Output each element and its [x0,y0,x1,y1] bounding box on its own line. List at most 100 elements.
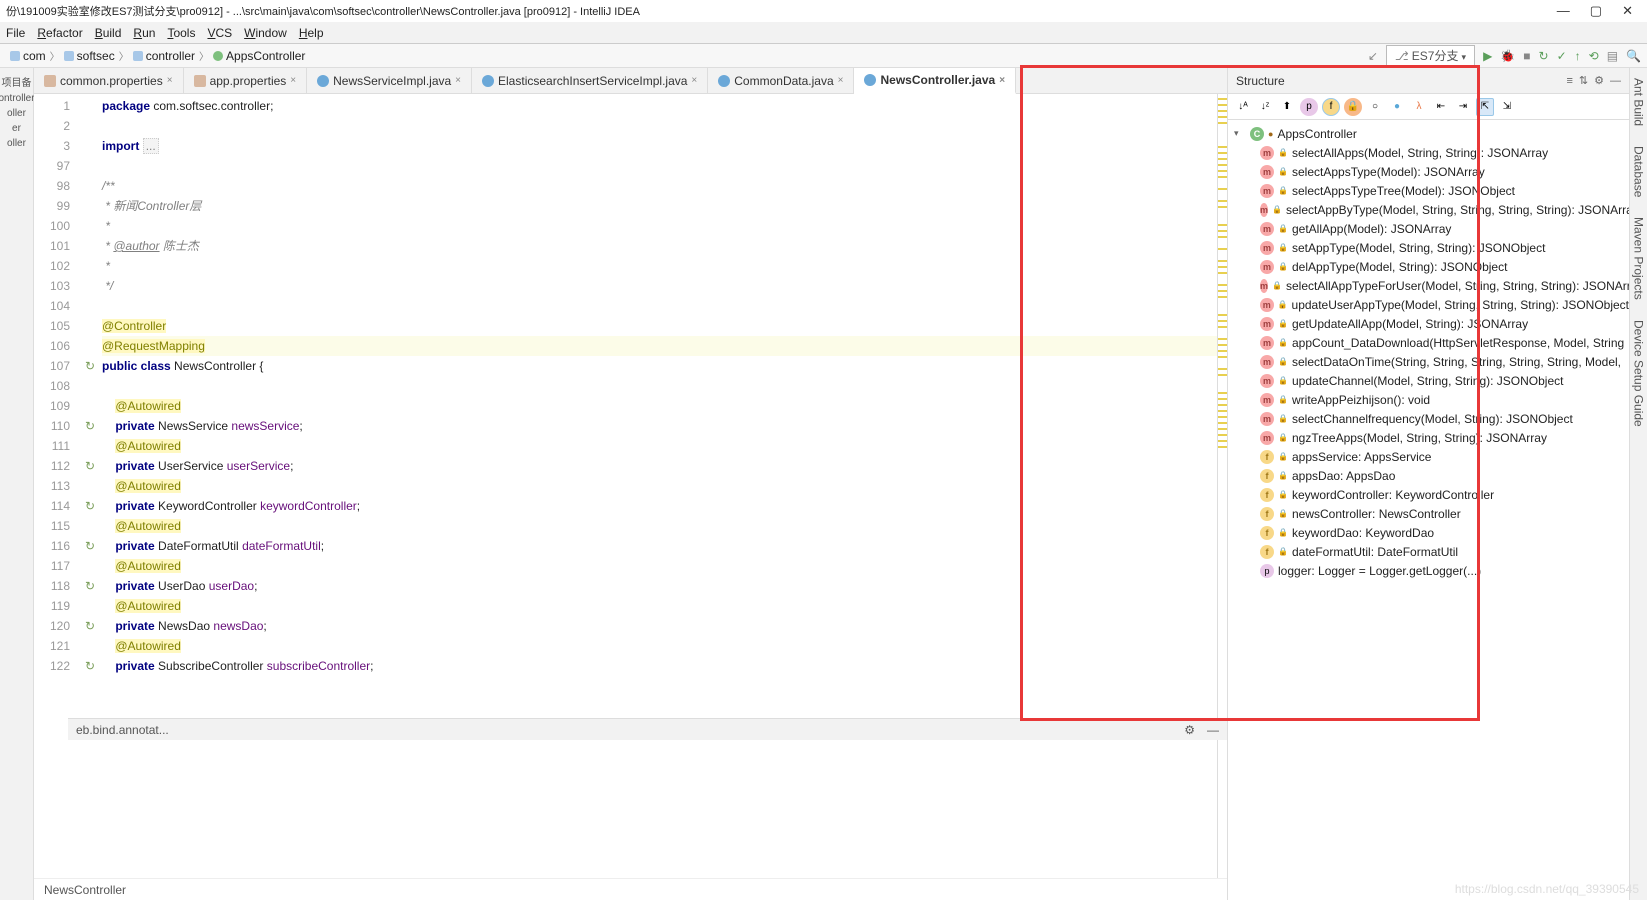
structure-member[interactable]: m🔒updateUserAppType(Model, String, Strin… [1228,295,1629,314]
run-icon[interactable]: ▶ [1483,49,1492,63]
breadcrumb-com[interactable]: com [6,49,50,63]
tab-CommonData.java[interactable]: CommonData.java× [708,68,854,93]
update-icon[interactable]: ↻ [1539,49,1549,63]
show-inherit-icon[interactable]: ○ [1366,98,1384,116]
breadcrumb-AppsController[interactable]: AppsController [209,49,309,63]
breadcrumb-softsec[interactable]: softsec [60,49,119,63]
marker-strip[interactable] [1217,94,1227,878]
tab-app.properties[interactable]: app.properties× [184,68,308,93]
filter-f-icon[interactable]: f [1322,98,1340,116]
menu-build[interactable]: Build [95,26,122,40]
left-stub-item[interactable]: ontroller [0,93,35,104]
gear-icon[interactable]: ⚙ [1184,723,1195,737]
sort-za-icon[interactable]: ↓ᶻ [1256,98,1274,116]
menu-run[interactable]: Run [133,26,155,40]
debug-icon[interactable]: 🐞 [1500,49,1515,63]
structure-member[interactable]: f🔒appsDao: AppsDao [1228,466,1629,485]
menu-help[interactable]: Help [299,26,324,40]
filter-p-icon[interactable]: p [1300,98,1318,116]
git-branch[interactable]: ⎇ ES7分支 ▾ [1386,45,1475,66]
show-lambda-icon[interactable]: λ [1410,98,1428,116]
hide-icon[interactable]: — [1610,75,1621,87]
close-icon[interactable]: × [999,75,1005,86]
structure-member[interactable]: f🔒keywordController: KeywordController [1228,485,1629,504]
autoscroll-icon[interactable]: ⇱ [1476,98,1494,116]
close-icon[interactable]: ✕ [1622,3,1633,19]
commit-icon[interactable]: ✓ [1557,49,1567,63]
hide-icon[interactable]: — [1207,723,1219,737]
breadcrumb-controller[interactable]: controller [129,49,199,63]
search-icon[interactable]: 🔍 [1626,49,1641,63]
structure-member[interactable]: f🔒newsController: NewsController [1228,504,1629,523]
watermark: https://blog.csdn.net/qq_39390545 [1455,882,1639,896]
tab-common.properties[interactable]: common.properties× [34,68,184,93]
close-icon[interactable]: × [290,75,296,86]
titlebar: 份\191009实验室修改ES7测试分支\pro0912] - ...\src\… [0,0,1647,22]
left-stub-item[interactable]: er [12,123,21,134]
close-icon[interactable]: × [455,75,461,86]
filter-lock-icon[interactable]: 🔒 [1344,98,1362,116]
structure-member[interactable]: m🔒delAppType(Model, String): JSONObject [1228,257,1629,276]
structure-member[interactable]: m🔒getAllApp(Model): JSONArray [1228,219,1629,238]
code-editor[interactable]: package com.softsec.controller; import .… [102,94,1217,878]
sort-icon[interactable]: ⇅ [1579,74,1588,87]
show-anon-icon[interactable]: ● [1388,98,1406,116]
structure-member[interactable]: m🔒selectAllAppTypeForUser(Model, String,… [1228,276,1629,295]
visibility-icon[interactable]: ⬆ [1278,98,1296,116]
structure-icon[interactable]: ▤ [1607,49,1618,63]
code-wrap: 1239798991001011021031041051061071081091… [34,94,1227,878]
tab-ElasticsearchInsertServiceImpl.java[interactable]: ElasticsearchInsertServiceImpl.java× [472,68,708,93]
close-icon[interactable]: × [838,75,844,86]
filter-icon[interactable]: ≡ [1566,75,1572,87]
structure-panel: Structure ≡ ⇅ ⚙ — ↓ᴬ ↓ᶻ ⬆ p f 🔒 ○ ● λ ⇤ … [1227,68,1629,900]
structure-member[interactable]: plogger: Logger = Logger.getLogger(...) [1228,561,1629,580]
structure-member[interactable]: f🔒appsService: AppsService [1228,447,1629,466]
right-stub-device-setup-guide[interactable]: Device Setup Guide [1632,320,1646,427]
structure-root[interactable]: ▾C●AppsController [1228,124,1629,143]
right-stub-maven-projects[interactable]: Maven Projects [1632,217,1646,300]
history-icon[interactable]: ⟲ [1589,49,1599,63]
gear-icon[interactable]: ⚙ [1594,74,1604,87]
close-icon[interactable]: × [167,75,173,86]
structure-member[interactable]: m🔒selectChannelfrequency(Model, String):… [1228,409,1629,428]
structure-member[interactable]: m🔒getUpdateAllApp(Model, String): JSONAr… [1228,314,1629,333]
structure-member[interactable]: m🔒writeAppPeizhijson(): void [1228,390,1629,409]
right-stub-database[interactable]: Database [1632,146,1646,197]
sort-az-icon[interactable]: ↓ᴬ [1234,98,1252,116]
menu-file[interactable]: File [6,26,25,40]
stop-icon[interactable]: ■ [1523,49,1530,63]
structure-member[interactable]: m🔒selectAppsTypeTree(Model): JSONObject [1228,181,1629,200]
structure-member[interactable]: f🔒dateFormatUtil: DateFormatUtil [1228,542,1629,561]
left-stub-item[interactable]: 项目备 [2,74,32,89]
tab-NewsController.java[interactable]: NewsController.java× [854,68,1016,94]
line-gutter: 1239798991001011021031041051061071081091… [34,94,78,878]
structure-member[interactable]: m🔒updateChannel(Model, String, String): … [1228,371,1629,390]
structure-tree[interactable]: ▾C●AppsControllerm🔒selectAllApps(Model, … [1228,120,1629,900]
minimize-icon[interactable]: — [1557,3,1570,19]
structure-member[interactable]: m🔒appCount_DataDownload(HttpServletRespo… [1228,333,1629,352]
push-icon[interactable]: ↑ [1575,49,1581,63]
left-stub-item[interactable]: oller [7,138,26,149]
close-icon[interactable]: × [691,75,697,86]
structure-member[interactable]: m🔒ngzTreeApps(Model, String, String): JS… [1228,428,1629,447]
structure-member[interactable]: f🔒keywordDao: KeywordDao [1228,523,1629,542]
structure-member[interactable]: m🔒selectDataOnTime(String, String, Strin… [1228,352,1629,371]
structure-member[interactable]: m🔒setAppType(Model, String, String): JSO… [1228,238,1629,257]
structure-member[interactable]: m🔒selectAllApps(Model, String, String): … [1228,143,1629,162]
nav-left-icon[interactable]: ↙ [1368,49,1378,63]
expand-icon[interactable]: ⇤ [1432,98,1450,116]
menu-refactor[interactable]: Refactor [37,26,82,40]
menu-tools[interactable]: Tools [167,26,195,40]
menu-vcs[interactable]: VCS [207,26,232,40]
structure-member[interactable]: m🔒selectAppByType(Model, String, String,… [1228,200,1629,219]
left-stub-item[interactable]: oller [7,108,26,119]
maximize-icon[interactable]: ▢ [1590,3,1602,19]
structure-member[interactable]: m🔒selectAppsType(Model): JSONArray [1228,162,1629,181]
tab-NewsServiceImpl.java[interactable]: NewsServiceImpl.java× [307,68,472,93]
autoscroll2-icon[interactable]: ⇲ [1498,98,1516,116]
collapse-icon[interactable]: ⇥ [1454,98,1472,116]
window-controls: — ▢ ✕ [1557,3,1641,19]
structure-header: Structure ≡ ⇅ ⚙ — [1228,68,1629,94]
right-stub-ant-build[interactable]: Ant Build [1632,78,1646,126]
menu-window[interactable]: Window [244,26,287,40]
